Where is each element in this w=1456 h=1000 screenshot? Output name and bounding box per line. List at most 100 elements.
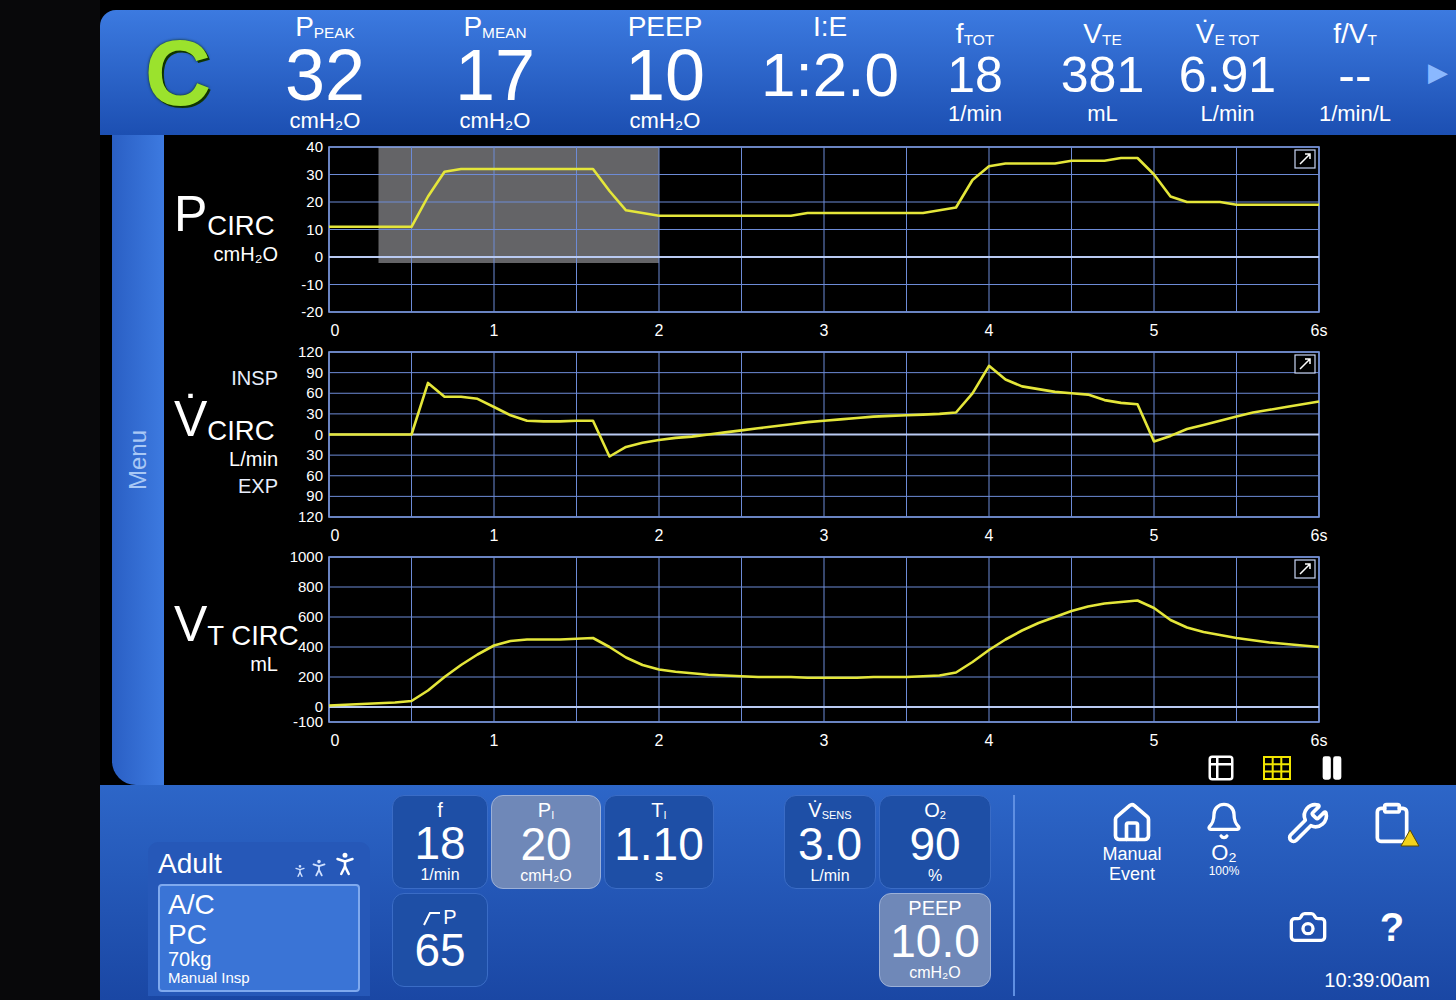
setting-value: 90 (909, 821, 960, 867)
setting-value: 1.10 (614, 821, 704, 867)
reading-unit: L/min (1201, 103, 1255, 125)
x-tick-label: 4 (985, 527, 994, 544)
grid-line (906, 557, 907, 722)
setting-value: 3.0 (798, 821, 862, 867)
waveform-chart-0[interactable]: 403020100-10-200123456s (284, 135, 1344, 340)
grid-line (329, 352, 1319, 353)
manual-event-label: Manual Event (1082, 845, 1182, 885)
grid-line (824, 557, 825, 722)
patient-panel[interactable]: Adult A/CPC70kgManual Insp (148, 842, 370, 996)
mode-type: PC (168, 920, 350, 949)
patient-header: Adult (158, 848, 360, 880)
y-tick-label: 120 (298, 343, 323, 360)
screenshot-button[interactable] (1266, 907, 1350, 947)
setting-label-text: PI (538, 800, 554, 821)
table-view-button[interactable] (1206, 753, 1236, 783)
grid-line (329, 284, 1319, 285)
grid-line (329, 229, 1319, 230)
y-tick-label: 60 (306, 467, 323, 484)
grid-line (329, 475, 1319, 476)
x-tick-label: 3 (820, 527, 829, 544)
reading-unit: cmH₂O (630, 110, 701, 132)
waveform-row: PCIRCcmH₂O403020100-10-200123456s (174, 135, 1456, 340)
grid-button[interactable] (1262, 755, 1292, 781)
reading-label: I:E (813, 13, 847, 41)
controls-bar: AdultA/CPC70kgManual Inspf181/minPI20cmH… (100, 785, 1456, 1000)
manual-event-button[interactable]: Manual Event (1082, 801, 1182, 885)
x-tick-label: 2 (655, 527, 664, 544)
grid-line (494, 557, 495, 722)
grid-line (329, 496, 1319, 497)
setting-button[interactable]: PEEP10.0cmH₂O (879, 893, 991, 987)
settings-grid: f181/minPI20cmH₂OTI1.10sV̇SENS3.0L/minO2… (392, 795, 991, 996)
waveform-unit: L/min (229, 448, 284, 471)
mode-box[interactable]: A/CPC70kgManual Insp (158, 884, 360, 992)
menu-tab[interactable]: Menu (112, 135, 164, 785)
expand-icon[interactable] (1295, 355, 1315, 373)
grid-line (329, 617, 1319, 618)
reading-subscript: T (1367, 31, 1376, 48)
setting-label: P (423, 907, 456, 927)
plot-area (329, 147, 1319, 312)
x-tick-label: 2 (655, 322, 664, 339)
setting-button[interactable]: TI1.10s (604, 795, 714, 889)
reading-value: -- (1338, 48, 1371, 103)
y-tick-label: 800 (298, 578, 323, 595)
setting-button[interactable]: O290% (879, 795, 991, 889)
pause-button[interactable] (1318, 754, 1346, 782)
tools-button[interactable] (1266, 801, 1350, 885)
setting-button[interactable]: V̇SENS3.0L/min (784, 795, 876, 889)
setting-subscript: 2 (940, 809, 946, 821)
waveform-chart-2[interactable]: 10008006004002000-1000123456s (284, 545, 1344, 750)
waveform-subscript: T CIRC (207, 620, 298, 651)
y-tick-label: 600 (298, 608, 323, 625)
status-badge[interactable]: C (100, 27, 240, 119)
camera-icon (1288, 907, 1328, 947)
x-tick-label: 3 (820, 732, 829, 749)
grid-line (329, 557, 1319, 558)
waveform-subscript: CIRC (207, 210, 274, 241)
reading-label: PPEAK (295, 13, 355, 41)
reading-value: 6.91 (1179, 48, 1276, 103)
grid-line (411, 557, 412, 722)
setting-label-text: P (443, 907, 456, 927)
y-tick-label: -10 (301, 276, 323, 293)
expand-icon[interactable] (1295, 150, 1315, 168)
bell-icon (1204, 801, 1244, 841)
event-log-button[interactable] (1350, 801, 1434, 885)
setting-label: TI (651, 800, 666, 821)
expand-icon[interactable] (1295, 560, 1315, 578)
alarm-button[interactable]: O₂100% (1182, 801, 1266, 885)
reading-subscript: MEAN (482, 25, 526, 42)
reading-value: 18 (947, 48, 1003, 103)
more-readings-button[interactable]: ▶ (1420, 57, 1456, 88)
insp-note: INSP (231, 367, 284, 390)
y-tick-label: 400 (298, 638, 323, 655)
setting-subscript: I (551, 809, 554, 821)
waveform-unit: mL (250, 653, 284, 676)
grid-line (329, 372, 1319, 373)
setting-button[interactable]: f181/min (392, 795, 488, 889)
setting-button[interactable]: P65 (392, 893, 488, 987)
setting-value: 20 (520, 821, 571, 867)
x-tick-label: 4 (985, 732, 994, 749)
patient-weight: 70kg (168, 949, 350, 970)
grid-line (329, 174, 1319, 175)
monitored-reading: VTE381mL (1040, 20, 1165, 125)
reading-unit: 1/min (948, 103, 1002, 125)
setting-label: f (437, 800, 443, 820)
setting-button[interactable]: PI20cmH₂O (491, 795, 601, 889)
grid-line (329, 312, 1319, 313)
grid-line (329, 455, 1319, 456)
setting-label: O2 (924, 800, 946, 821)
grid-line (659, 557, 660, 722)
grid-line (1154, 557, 1155, 722)
grid-line (329, 147, 1319, 148)
x-tick-label: 5 (1150, 322, 1159, 339)
setting-unit: cmH₂O (520, 867, 572, 885)
reading-unit: cmH₂O (290, 110, 361, 132)
patient-category: Adult (158, 848, 222, 880)
monitored-reading: PEEP10cmH₂O (580, 13, 750, 131)
help-button[interactable]: ? (1350, 907, 1434, 947)
waveform-chart-1[interactable]: 12090603003060901200123456s (284, 340, 1344, 545)
